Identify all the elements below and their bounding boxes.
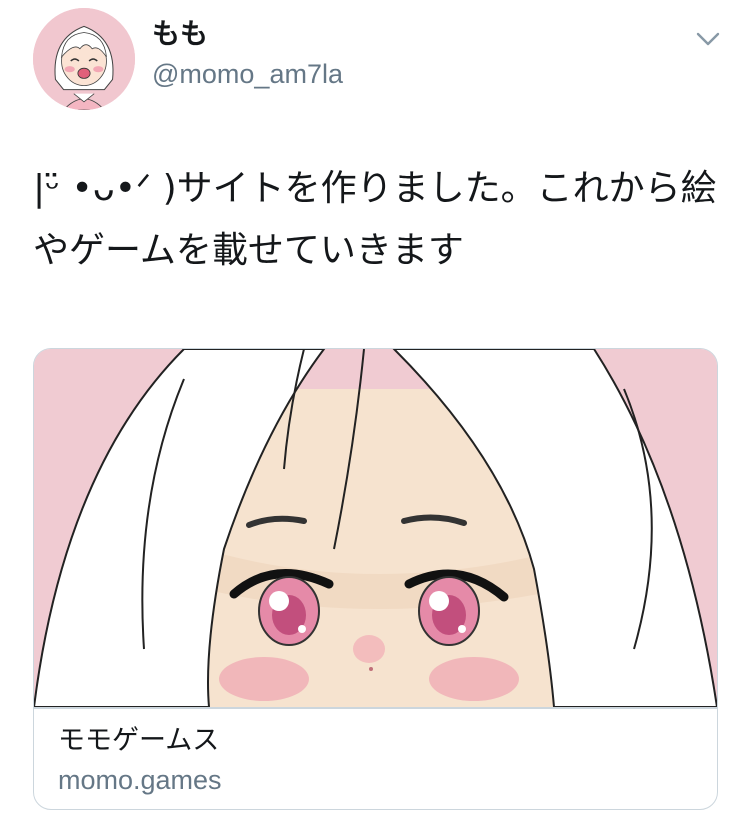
- card-image[interactable]: [34, 349, 717, 707]
- author-name[interactable]: もも: [152, 16, 208, 52]
- author-handle[interactable]: @momo_am7la: [152, 56, 343, 92]
- card-title[interactable]: モモゲームス: [58, 723, 219, 759]
- tweet-text: |ᵕ̈ •ᴗ•ᐟ )サイトを作りました。これから絵やゲームを載せていきます: [33, 168, 717, 271]
- card-divider: [34, 707, 717, 709]
- avatar-image: [33, 8, 135, 110]
- chevron-down-icon[interactable]: [694, 28, 722, 50]
- link-card[interactable]: モモゲームス momo.games: [33, 348, 718, 810]
- card-domain[interactable]: momo.games: [58, 762, 222, 798]
- avatar[interactable]: [33, 8, 135, 110]
